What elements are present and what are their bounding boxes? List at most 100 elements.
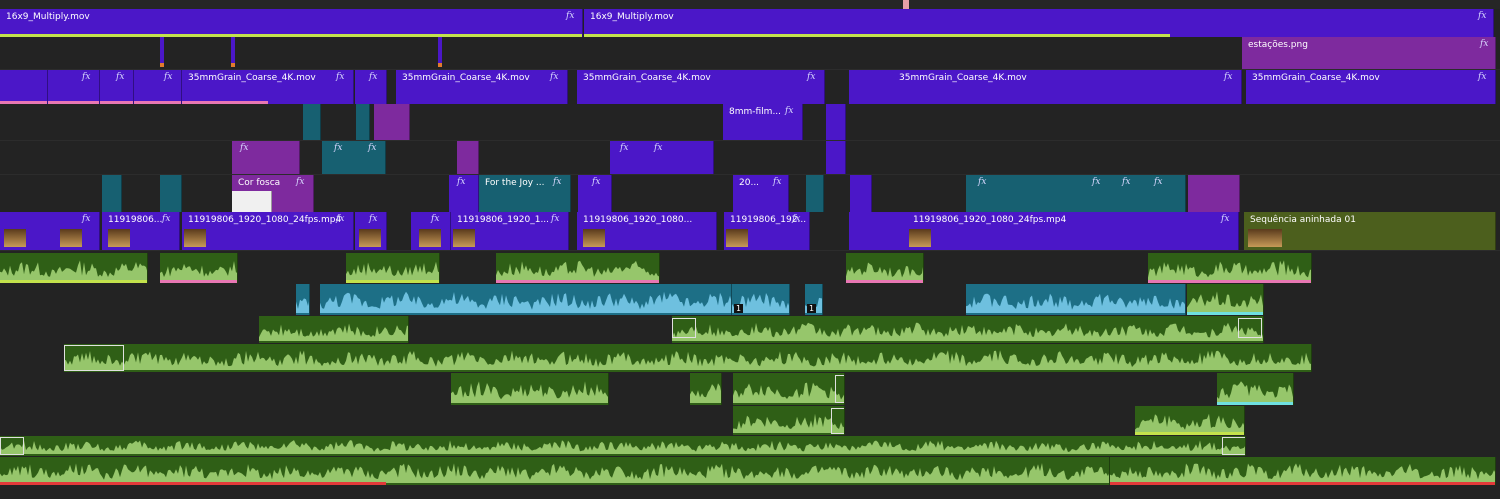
fx-icon[interactable]: fx: [431, 214, 439, 224]
video-clip[interactable]: 11919806_1920_1080_24fps.mp4 fx: [182, 212, 354, 250]
overlay-clip[interactable]: [457, 141, 479, 174]
fx-icon[interactable]: fx: [1478, 72, 1486, 82]
video-clip[interactable]: fx: [449, 175, 479, 212]
audio-clip[interactable]: [672, 316, 1264, 343]
video-clip[interactable]: [826, 104, 846, 140]
video-clip[interactable]: fx: [578, 175, 612, 212]
keyframe-icon[interactable]: [0, 437, 24, 455]
fx-icon[interactable]: fx: [296, 177, 304, 187]
fx-icon[interactable]: fx: [1154, 177, 1162, 187]
adjustment-clip[interactable]: fx fx: [322, 141, 386, 174]
fx-icon[interactable]: fx: [457, 177, 465, 187]
video-clip[interactable]: 11919806... fx: [102, 212, 180, 250]
fx-icon[interactable]: fx: [369, 214, 377, 224]
audio-clip[interactable]: [346, 253, 440, 283]
video-clip[interactable]: 11919806_192... fx: [724, 212, 810, 250]
video-clip[interactable]: 35mmGrain_Coarse_4K.mov fx: [182, 70, 354, 104]
keyframe-icon[interactable]: [831, 408, 844, 434]
fx-icon[interactable]: fx: [1224, 72, 1232, 82]
video-clip[interactable]: fx: [355, 212, 387, 250]
fx-icon[interactable]: fx: [1092, 177, 1100, 187]
audio-clip[interactable]: [1217, 373, 1294, 405]
fx-icon[interactable]: fx: [336, 72, 344, 82]
audio-clip[interactable]: [1148, 253, 1312, 283]
video-clip[interactable]: 11919806_1920_1... fx: [451, 212, 569, 250]
fx-icon[interactable]: fx: [1480, 39, 1488, 49]
video-clip[interactable]: fx: [411, 212, 451, 250]
fx-icon[interactable]: fx: [1478, 11, 1486, 21]
overlay-clip[interactable]: [1188, 175, 1240, 212]
video-clip[interactable]: [0, 70, 48, 104]
keyframe-icon[interactable]: [64, 345, 124, 371]
adjustment-clip[interactable]: fx fx fx fx: [966, 175, 1186, 212]
video-clip[interactable]: 35mmGrain_Coarse_4K.mov fx: [1246, 70, 1496, 104]
overlay-clip[interactable]: [374, 104, 410, 140]
nested-sequence-clip[interactable]: Sequência aninhada 01: [1244, 212, 1496, 250]
video-clip[interactable]: 35mmGrain_Coarse_4K.mov fx: [849, 70, 1242, 104]
fx-icon[interactable]: fx: [164, 72, 172, 82]
color-matte-clip[interactable]: Cor fosca fx: [232, 175, 314, 212]
transition-marker[interactable]: [160, 37, 164, 67]
video-clip[interactable]: fx: [100, 70, 134, 104]
video-clip[interactable]: fx: [0, 212, 100, 250]
audio-clip[interactable]: [733, 373, 845, 405]
audio-clip[interactable]: [496, 253, 660, 283]
audio-clip[interactable]: [1187, 284, 1264, 315]
fx-icon[interactable]: fx: [654, 143, 662, 153]
adjustment-clip[interactable]: [806, 175, 824, 212]
overlay-clip[interactable]: fx: [232, 141, 300, 174]
audio-clip[interactable]: [846, 253, 924, 283]
fx-icon[interactable]: fx: [336, 214, 344, 224]
video-clip[interactable]: 11919806_1920_1080...: [577, 212, 717, 250]
video-clip[interactable]: fx: [48, 70, 100, 104]
fx-icon[interactable]: fx: [792, 214, 800, 224]
fx-icon[interactable]: fx: [82, 214, 90, 224]
fx-icon[interactable]: fx: [566, 11, 574, 21]
adjustment-clip[interactable]: [356, 104, 370, 140]
timeline-panel[interactable]: 16x9_Multiply.mov fx 16x9_Multiply.mov f…: [0, 0, 1500, 499]
video-clip[interactable]: 35mmGrain_Coarse_4K.mov fx: [577, 70, 825, 104]
audio-clip[interactable]: [690, 373, 722, 405]
fx-icon[interactable]: fx: [162, 214, 170, 224]
audio-clip[interactable]: [451, 373, 609, 405]
audio-clip[interactable]: [296, 284, 310, 315]
fx-icon[interactable]: fx: [773, 177, 781, 187]
video-clip[interactable]: 35mmGrain_Coarse_4K.mov fx: [396, 70, 568, 104]
keyframe-icon[interactable]: [1222, 437, 1245, 455]
video-clip[interactable]: [826, 141, 846, 174]
fx-icon[interactable]: fx: [551, 214, 559, 224]
playhead[interactable]: [903, 0, 909, 9]
audio-clip[interactable]: [0, 436, 1246, 456]
video-clip[interactable]: fx: [355, 70, 387, 104]
adjustment-clip[interactable]: [160, 175, 182, 212]
fx-icon[interactable]: fx: [240, 143, 248, 153]
fx-icon[interactable]: fx: [82, 72, 90, 82]
audio-clip[interactable]: [160, 253, 238, 283]
fx-icon[interactable]: fx: [1221, 214, 1229, 224]
fx-icon[interactable]: fx: [553, 177, 561, 187]
video-clip[interactable]: For the Joy ... fx: [479, 175, 571, 212]
audio-clip[interactable]: [966, 284, 1186, 315]
video-clip[interactable]: fx fx: [610, 141, 714, 174]
keyframe-icon[interactable]: [1238, 318, 1262, 338]
fx-icon[interactable]: fx: [785, 106, 793, 116]
keyframe-icon[interactable]: [672, 318, 696, 338]
keyframe-icon[interactable]: [835, 375, 844, 403]
fx-icon[interactable]: fx: [369, 72, 377, 82]
audio-clip[interactable]: 1: [805, 284, 823, 315]
audio-clip[interactable]: [259, 316, 409, 343]
transition-marker[interactable]: [438, 37, 442, 67]
video-clip[interactable]: 11919806_1920_1080_24fps.mp4 fx: [849, 212, 1239, 250]
video-clip[interactable]: 8mm-film... fx: [723, 104, 803, 140]
video-clip[interactable]: 16x9_Multiply.mov fx: [584, 9, 1494, 37]
audio-clip[interactable]: [733, 406, 845, 435]
video-clip[interactable]: fx: [134, 70, 182, 104]
video-clip[interactable]: 16x9_Multiply.mov fx: [0, 9, 583, 37]
audio-clip[interactable]: [1110, 457, 1496, 485]
audio-clip[interactable]: [64, 344, 1312, 372]
adjustment-clip[interactable]: [102, 175, 122, 212]
transition-marker[interactable]: [231, 37, 235, 67]
fx-icon[interactable]: fx: [550, 72, 558, 82]
fx-icon[interactable]: fx: [978, 177, 986, 187]
audio-clip[interactable]: 1: [732, 284, 790, 315]
